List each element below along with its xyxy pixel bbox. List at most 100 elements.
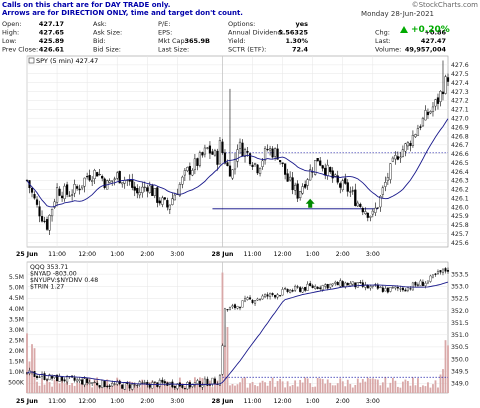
volume-bar [204, 386, 206, 393]
qqq-body [111, 383, 114, 387]
candle-body [55, 187, 59, 203]
candle-body [173, 194, 176, 201]
volume-bar [434, 380, 437, 393]
x-tick-label: 12:00 [274, 251, 292, 258]
qqq-body [281, 289, 284, 296]
header-value: 426.61 [39, 46, 65, 54]
qqq-body [181, 385, 184, 388]
candle-body [409, 143, 412, 146]
candle-body [334, 174, 337, 177]
candle-body [35, 199, 39, 205]
candle-body [216, 150, 219, 165]
qqq-body [249, 297, 252, 300]
candle-body [273, 148, 277, 157]
qqq-body [183, 388, 186, 390]
candle-body [60, 195, 64, 199]
candle-body [251, 164, 254, 167]
volume-tick-label: 1.5M [9, 359, 24, 366]
qqq-body [326, 284, 329, 289]
qqq-body [76, 379, 79, 382]
qqq-body [369, 286, 372, 289]
candle-body [364, 211, 367, 214]
qqq-body [359, 282, 362, 284]
candle-body [141, 186, 144, 194]
qqq-body [401, 287, 404, 291]
price-tick-label: 427.1 [451, 107, 469, 114]
candle-body [291, 177, 294, 191]
volume-bar [168, 386, 171, 393]
volume-bar [346, 379, 349, 393]
qqq-body [446, 270, 450, 272]
qqq-body [73, 377, 76, 381]
candle-body [366, 212, 369, 218]
candle-body [221, 141, 224, 153]
qqq-body [261, 295, 264, 300]
volume-bar [239, 382, 241, 393]
candle-body [43, 220, 46, 222]
header-value: 425.89 [39, 37, 65, 45]
qqq-body [304, 287, 307, 291]
qqq-body [91, 382, 94, 384]
volume-bar [281, 381, 284, 393]
x-tick-label: 11:00 [244, 398, 262, 405]
price-tick-label: 427.6 [451, 62, 469, 69]
price-tick-label: 426.9 [451, 124, 469, 131]
price-tick-label: 425.8 [451, 222, 469, 229]
volume-bar [241, 378, 244, 393]
qqq-body [279, 295, 282, 297]
volume-bar [284, 387, 287, 393]
volume-bar [78, 383, 81, 393]
volume-bar [359, 382, 362, 393]
volume-bar [329, 382, 332, 393]
qqq-body [103, 381, 106, 388]
volume-bar [51, 386, 53, 393]
candle-body [376, 207, 379, 209]
volume-bar [412, 377, 414, 393]
qqq-body [341, 281, 344, 287]
qqq-body [441, 268, 445, 273]
volume-tick-label: 3.0M [9, 327, 24, 334]
qqq-body [223, 308, 226, 347]
qqq-body [231, 305, 234, 308]
qqq-body [424, 282, 427, 287]
volume-bar [321, 379, 324, 393]
volume-bar [254, 385, 256, 393]
candle-body [211, 151, 214, 155]
qqq-body [354, 282, 357, 288]
x-tick-label: 28 Jun [212, 398, 234, 405]
qqq-body [158, 380, 161, 387]
candle-body [344, 178, 347, 184]
qqq-body [264, 294, 267, 298]
x-tick-label: 1:00 [110, 251, 124, 258]
header-label: Last: [375, 37, 391, 45]
candle-body [419, 126, 422, 128]
candle-body [324, 167, 327, 176]
header-label: Mkt Cap: [158, 37, 187, 45]
volume-bar [301, 382, 304, 393]
candle-body [356, 202, 359, 207]
qqq-body [346, 282, 349, 286]
qqq-body [386, 287, 389, 293]
qqq-tick-label: 349.0 [451, 381, 469, 388]
qqq-body [203, 378, 206, 385]
qqq-body [243, 298, 247, 302]
header-label: Prev Close: [2, 46, 38, 54]
header-label: EPS: [158, 29, 172, 37]
stock-chart: Calls on this chart are for DAY TRADE on… [0, 0, 480, 406]
qqq-body [221, 345, 224, 375]
volume-bar [379, 385, 382, 393]
volume-bar [266, 385, 269, 393]
x-tick-label: 2:00 [140, 251, 154, 258]
volume-bar [306, 378, 309, 393]
qqq-body [138, 381, 141, 386]
qqq-body [269, 292, 272, 297]
header-label: Volume: [375, 46, 401, 54]
volume-bar [422, 385, 424, 393]
candle-body [263, 147, 267, 161]
candle-body [38, 206, 41, 217]
qqq-body [434, 273, 437, 275]
qqq-body [379, 286, 382, 289]
header-value: 5.56325 [278, 29, 308, 37]
header-label: Open: [2, 20, 22, 28]
qqq-body [108, 385, 111, 388]
